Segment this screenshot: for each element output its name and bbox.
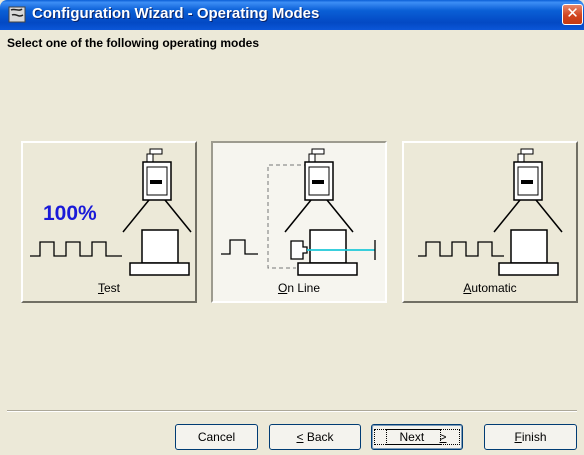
button-separator (7, 410, 577, 412)
mode-label-automatic: Automatic (463, 281, 517, 295)
cancel-label: Cancel (197, 430, 236, 444)
finish-button[interactable]: Finish (484, 424, 577, 450)
scanner-icon (142, 148, 172, 201)
automatic-mode-illustration (418, 148, 563, 276)
test-percentage: 100% (43, 202, 97, 225)
wizard-window: Configuration Wizard - Operating Modes ✕… (0, 0, 584, 455)
window-title: Configuration Wizard - Operating Modes (32, 5, 320, 22)
finish-label: Finish (514, 430, 547, 444)
next-label: Next > (374, 429, 460, 445)
cancel-button[interactable]: Cancel (175, 424, 258, 450)
title-bar[interactable]: Configuration Wizard - Operating Modes ✕ (0, 0, 584, 30)
mode-label-online: On Line (277, 281, 321, 295)
scanner-icon (513, 148, 543, 201)
scanner-icon (304, 148, 334, 201)
back-button[interactable]: < Back (269, 424, 361, 450)
mode-card-online[interactable]: On Line (211, 141, 387, 303)
online-mode-illustration (221, 148, 376, 276)
close-button[interactable]: ✕ (562, 4, 583, 25)
mode-card-automatic[interactable]: Automatic (402, 141, 578, 303)
close-icon: ✕ (566, 4, 579, 22)
next-button[interactable]: Next > (371, 424, 463, 450)
mode-card-test[interactable]: 100% Test (21, 141, 197, 303)
instruction-text: Select one of the following operating mo… (7, 36, 260, 50)
wizard-icon (8, 6, 26, 23)
back-label: < Back (296, 430, 334, 444)
mode-label-test: Test (97, 281, 120, 295)
